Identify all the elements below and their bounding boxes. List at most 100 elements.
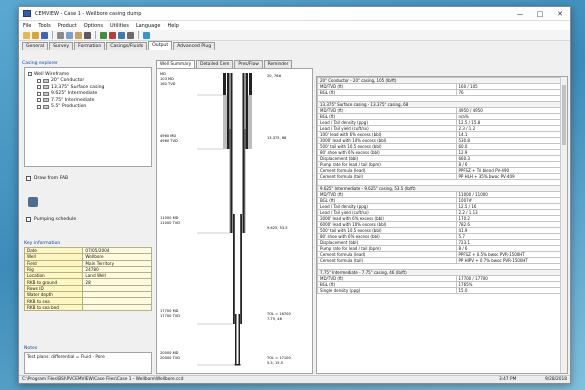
- toolbar-separator: [52, 31, 53, 39]
- subtab-detailed-cem[interactable]: Detailed Cem: [196, 60, 234, 68]
- status-date: 9/28/2018: [544, 377, 567, 382]
- tab-output[interactable]: Output: [148, 41, 173, 50]
- summary-table: 20" Conductor - 20" casing, 105 (lb/ft) M…: [317, 77, 561, 294]
- cut-icon[interactable]: [57, 31, 64, 39]
- scroll-thumb[interactable]: [562, 85, 566, 145]
- key-row: RKB to sea bed: [23, 303, 152, 311]
- key-information-title: Key information: [24, 241, 61, 246]
- casing-size-label: 20, 76#: [267, 74, 281, 78]
- intermediate-right: [242, 73, 245, 233]
- casing-size-label: TOL = 17100: [266, 356, 291, 360]
- close-button[interactable]: ✕: [550, 10, 570, 18]
- subtab-reminder[interactable]: Reminder: [263, 60, 293, 68]
- depth-label-left: 17700 TVD: [160, 314, 180, 318]
- expand-icon[interactable]: [37, 78, 41, 83]
- expand-icon[interactable]: [37, 104, 41, 109]
- tree-item-label: 5.5" Production: [51, 104, 87, 110]
- depth-label-left: 20000 TVD: [160, 356, 180, 360]
- production-shoe: [234, 364, 241, 366]
- draw-fluids-row[interactable]: Draw from FAB: [26, 176, 68, 181]
- summary-value: 15.0: [455, 286, 561, 294]
- tree-item[interactable]: 5.5" Production: [28, 104, 148, 111]
- depth-label-left: 160 TVD: [160, 82, 176, 86]
- status-bar: C:\Program Files\BSI\PVCEMVIEW\Case File…: [19, 375, 570, 383]
- window-title: CEMVIEW - Case 1 - Wellbore casing dump: [35, 10, 142, 17]
- menu-tools[interactable]: Tools: [38, 23, 50, 29]
- copy-icon[interactable]: [66, 31, 73, 39]
- summary-scrollbar[interactable]: [560, 77, 567, 373]
- print-icon[interactable]: [84, 31, 91, 39]
- depth-label-left: 11000 MD: [160, 216, 179, 220]
- title-bar: CEMVIEW - Case 1 - Wellbore casing dump …: [19, 7, 570, 21]
- chart-icon[interactable]: [118, 31, 125, 39]
- subtab-well-summary[interactable]: Well Summary: [156, 60, 196, 68]
- toolbar: [19, 30, 570, 41]
- expand-icon[interactable]: [37, 85, 41, 90]
- casing-icon: [43, 91, 49, 96]
- paste-icon[interactable]: [75, 31, 82, 39]
- menu-options[interactable]: Options: [84, 23, 103, 29]
- menu-file[interactable]: File: [23, 23, 31, 29]
- key-value[interactable]: [82, 303, 152, 311]
- menu-product[interactable]: Product: [58, 23, 77, 29]
- casing-icon: [43, 78, 49, 83]
- subtab-pres-flow[interactable]: Pres/Flow: [234, 60, 263, 68]
- key-information: Key information Date 07/05/2004 Well Wellbo…: [23, 240, 152, 311]
- intermediate-cement-right: [244, 129, 246, 233]
- content-area: Casing explorer Well Wireframe 20" Condu…: [22, 60, 568, 374]
- notes-title: Notes: [24, 346, 38, 351]
- menu-help[interactable]: Help: [168, 23, 179, 29]
- pumping-schedule-row[interactable]: Pumping schedule: [26, 217, 76, 222]
- tab-formation[interactable]: Formation: [74, 42, 106, 50]
- menu-utilities[interactable]: Utilities: [110, 23, 129, 29]
- new-icon[interactable]: [23, 31, 30, 39]
- tab-advanced-plug[interactable]: Advanced Plug: [173, 42, 216, 50]
- production-right: [238, 314, 240, 364]
- casing-explorer-title: Casing explorer: [22, 61, 58, 66]
- key-table: Date 07/05/2004 Well Wellbore Field Main Terr…: [23, 246, 152, 311]
- center-panel: Well Summary Detailed Cem Pres/Flow Reminde…: [156, 60, 313, 374]
- info-icon[interactable]: [143, 31, 150, 39]
- expand-icon[interactable]: [37, 98, 41, 103]
- production-left: [235, 314, 237, 364]
- tool-icon[interactable]: [28, 197, 38, 207]
- calc-icon[interactable]: [109, 31, 116, 39]
- summary-panel: 20" Conductor - 20" casing, 105 (lb/ft) M…: [316, 76, 568, 374]
- output-subtabs: Well Summary Detailed Cem Pres/Flow Reminde…: [156, 60, 313, 68]
- casing-size-label: 7.75, 46: [267, 317, 283, 321]
- minimize-button[interactable]: —: [510, 10, 530, 18]
- expand-icon[interactable]: [37, 91, 41, 96]
- save-icon[interactable]: [41, 31, 48, 39]
- liner-right: [240, 214, 242, 324]
- notes-textarea[interactable]: Test plans: differential = Fluid - Pore: [24, 352, 152, 374]
- depth-label-left: 11000 TVD: [160, 221, 180, 225]
- tab-survey[interactable]: Survey: [49, 42, 74, 50]
- tree-root-label: Well Wireframe: [34, 71, 70, 77]
- report-icon[interactable]: [127, 31, 134, 39]
- tree-item-label: 20" Conductor: [51, 78, 85, 84]
- well-schematic: MD 103 MD 160 TVD 4960 MD 4960 TVD 11000 MD 11…: [156, 68, 313, 374]
- maximize-button[interactable]: □: [530, 10, 550, 18]
- tree-item-label: 7.75" Intermediate: [51, 97, 95, 103]
- main-tabs: General Survey Formation Casings/Fluids Outp…: [19, 41, 570, 50]
- casing-size-label: TOL = 16700: [266, 312, 291, 316]
- surface-left: [227, 73, 230, 149]
- collapse-icon[interactable]: [28, 72, 32, 77]
- summary-row: Single density (ppg) 15.0: [317, 286, 561, 294]
- tree-item-label: 9.625" Intermediate: [51, 91, 98, 97]
- intermediate-left: [230, 73, 233, 233]
- pumping-schedule-checkbox[interactable]: [26, 217, 31, 222]
- surface-right: [245, 73, 248, 149]
- key-label: RKB to sea bed: [23, 303, 84, 311]
- tab-general[interactable]: General: [22, 42, 49, 50]
- open-icon[interactable]: [32, 31, 39, 39]
- surface-cement-right: [248, 95, 252, 149]
- draw-fluids-checkbox[interactable]: [26, 176, 31, 181]
- well-icon[interactable]: [100, 31, 107, 39]
- tab-casings-fluids[interactable]: Casings/Fluids: [106, 42, 148, 50]
- menu-bar: File Tools Product Options Utilities Language…: [19, 21, 570, 30]
- menu-language[interactable]: Language: [136, 23, 161, 29]
- intermediate-cement-left: [229, 129, 231, 233]
- app-window: CEMVIEW - Case 1 - Wellbore casing dump …: [18, 6, 571, 384]
- toolbar-separator: [95, 31, 96, 39]
